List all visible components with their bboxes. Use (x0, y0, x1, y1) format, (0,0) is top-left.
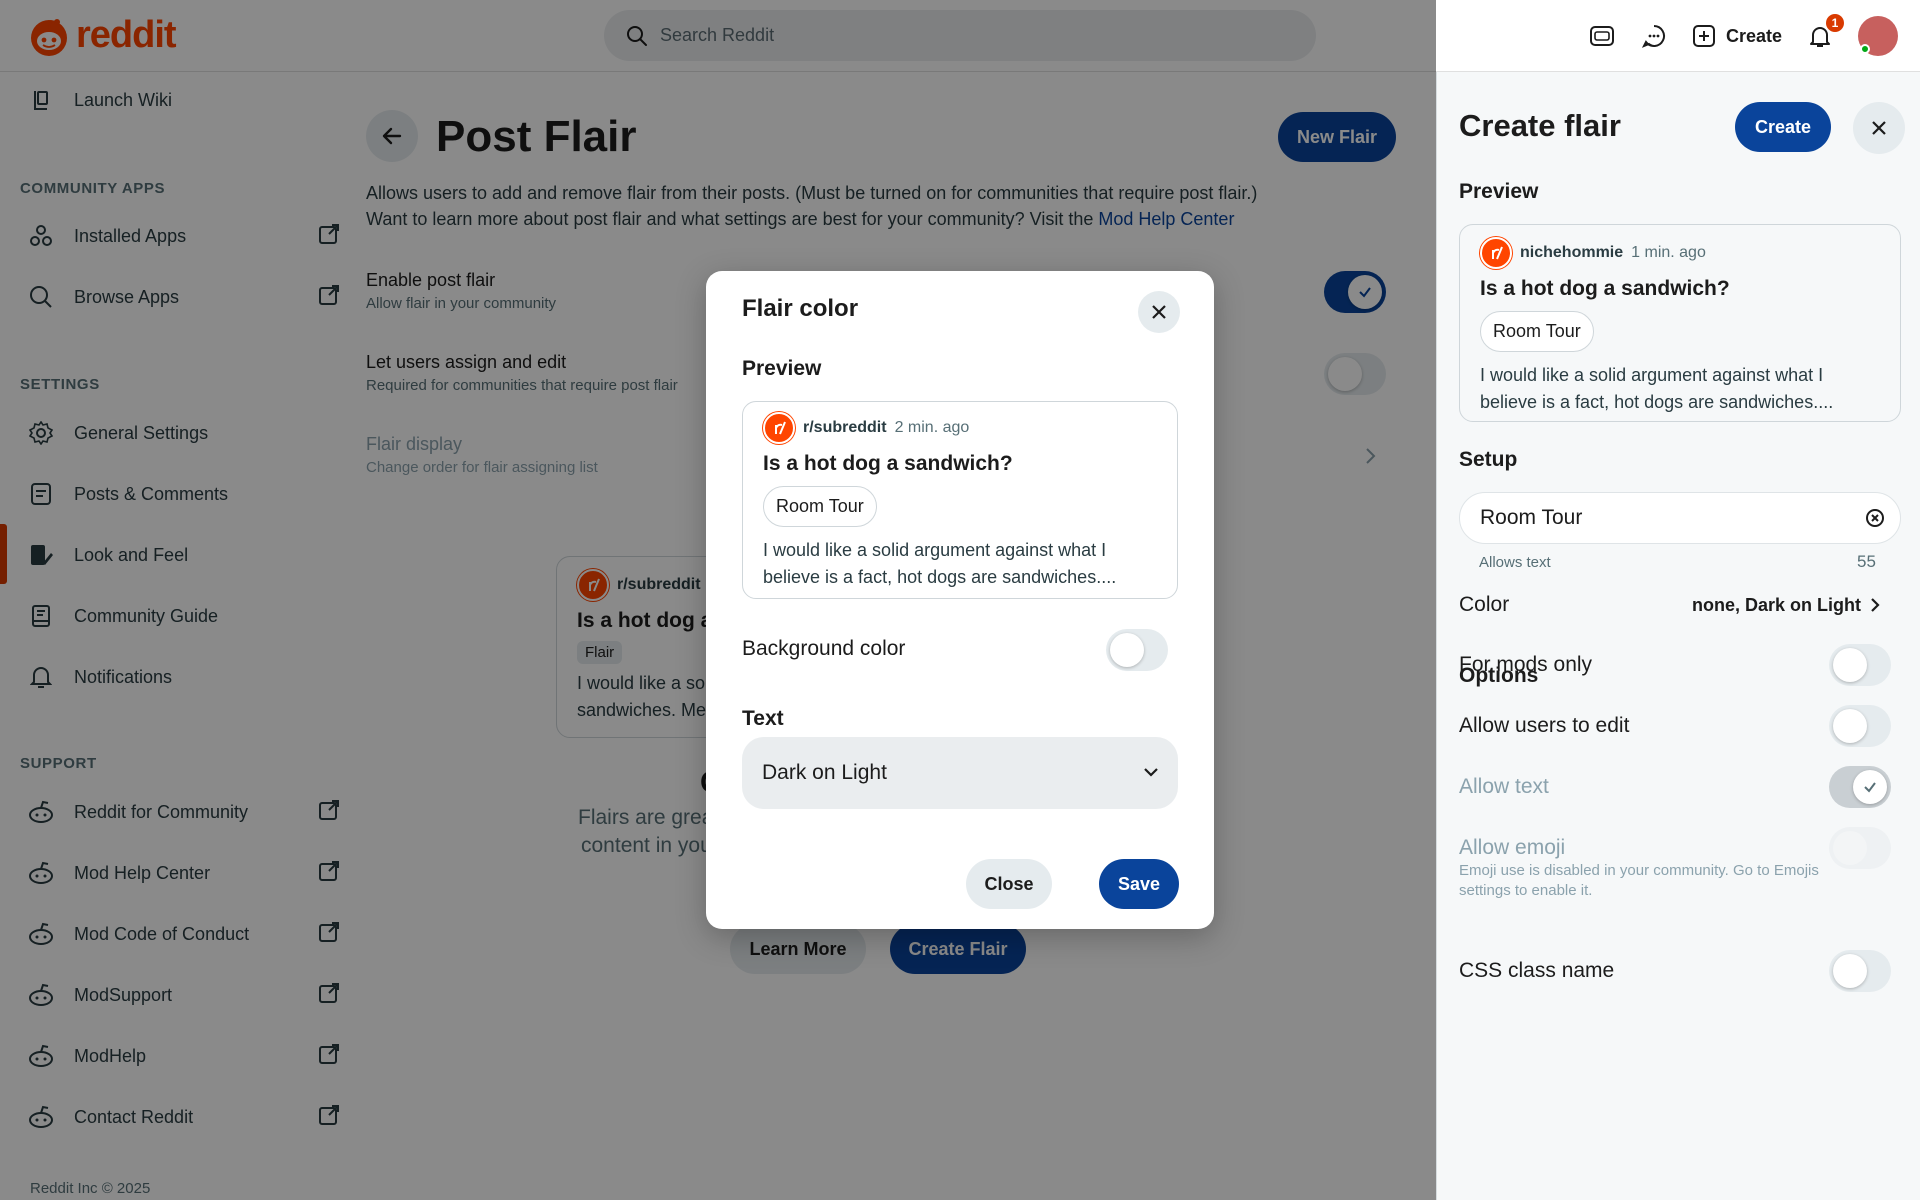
user-avatar[interactable] (1858, 16, 1898, 56)
notifications-bell-icon[interactable]: 1 (1806, 14, 1844, 50)
close-dialog-button[interactable] (1138, 291, 1180, 333)
chat-icon[interactable] (1640, 22, 1668, 50)
flair-chip: Room Tour (763, 486, 877, 527)
close-icon (1152, 305, 1166, 319)
plus-square-icon (1692, 25, 1715, 47)
post-body: I would like a solid argument against wh… (1480, 365, 1834, 412)
save-button[interactable]: Save (1099, 859, 1179, 909)
chevron-right-icon (1871, 598, 1880, 612)
option-toggle-2[interactable] (1829, 766, 1891, 808)
online-status-dot (1860, 44, 1870, 54)
post-time: 2 min. ago (894, 419, 970, 436)
flair-chip: Room Tour (1480, 311, 1594, 352)
post-time: 1 min. ago (1631, 244, 1706, 261)
chevron-down-icon (1144, 768, 1158, 777)
close-icon (1872, 121, 1886, 135)
post-title: Is a hot dog a sandwich? (763, 452, 1013, 475)
color-value: none, Dark on Light (1692, 594, 1861, 615)
flair-color-dialog: Flair color Preview r/subreddit 2 min. a… (706, 271, 1214, 929)
option-label: Allow emoji (1459, 836, 1566, 859)
flair-text-value: Room Tour (1480, 506, 1583, 529)
post-title: Is a hot dog a sandwich? (1480, 277, 1730, 300)
notification-badge: 1 (1826, 14, 1844, 32)
text-heading: Text (742, 707, 784, 730)
panel-post-preview: nichehommie 1 min. ago Is a hot dog a sa… (1459, 224, 1901, 422)
color-label: Color (1459, 593, 1510, 616)
subreddit-icon (763, 412, 795, 444)
remaining-characters: 55 (1857, 552, 1876, 571)
checkmark-icon (1864, 782, 1876, 793)
post-user: nichehommie (1520, 244, 1624, 261)
create-label: Create (1725, 25, 1782, 46)
option-toggle-0[interactable] (1829, 644, 1891, 686)
preview-heading: Preview (1459, 180, 1539, 203)
selected-option: Dark on Light (762, 761, 887, 784)
post-subreddit: r/subreddit (803, 419, 887, 436)
create-flair-panel: Create flair Create Preview nichehommie … (1436, 72, 1920, 1200)
create-button[interactable]: Create (1735, 102, 1831, 152)
post-body: I would like a solid argument against wh… (763, 540, 1117, 587)
user-icon (1480, 237, 1512, 269)
background-color-label: Background color (742, 637, 906, 660)
allows-text-label: Allows text (1479, 554, 1551, 571)
dialog-title: Flair color (742, 295, 859, 322)
option-label: For mods only (1459, 653, 1593, 676)
panel-title: Create flair (1459, 108, 1621, 143)
setup-heading: Setup (1459, 448, 1518, 471)
option-note: Emoji use is disabled in your community.… (1459, 862, 1819, 899)
text-color-select[interactable]: Dark on Light (742, 737, 1178, 809)
option-toggle-4[interactable] (1829, 950, 1891, 992)
preview-heading: Preview (742, 357, 822, 380)
dialog-post-preview: r/subreddit 2 min. ago Is a hot dog a sa… (742, 401, 1178, 599)
close-panel-button[interactable] (1853, 102, 1905, 154)
color-setting-row[interactable]: Color none, Dark on Light (1459, 584, 1901, 626)
option-label: Allow text (1459, 775, 1549, 798)
option-label: Allow users to edit (1459, 714, 1630, 737)
flair-text-input[interactable]: Room Tour (1459, 492, 1901, 544)
create-post-button[interactable]: Create (1692, 24, 1782, 48)
background-color-toggle[interactable] (1106, 629, 1168, 671)
close-button[interactable]: Close (966, 859, 1052, 909)
option-toggle-1[interactable] (1829, 705, 1891, 747)
advertise-icon[interactable] (1588, 22, 1616, 50)
clear-input-icon[interactable] (1864, 507, 1886, 535)
option-toggle-3 (1829, 827, 1891, 869)
option-label: CSS class name (1459, 959, 1615, 982)
